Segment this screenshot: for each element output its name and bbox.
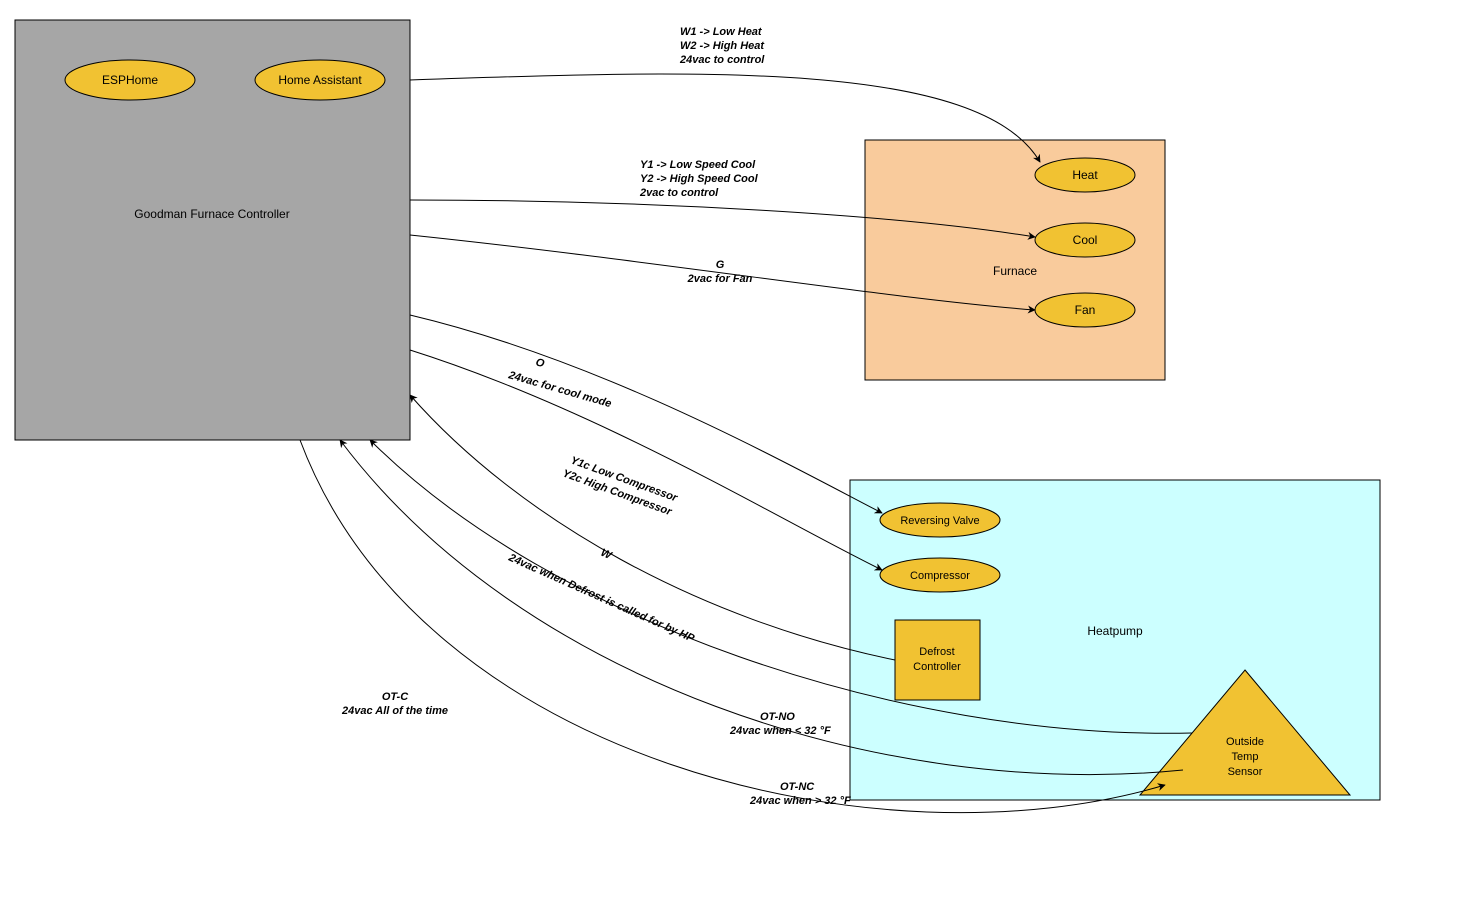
home-assistant-node: Home Assistant [255, 60, 385, 100]
esphome-node: ESPHome [65, 60, 195, 100]
esphome-label: ESPHome [102, 73, 158, 87]
edge-w-heat-l2: W2 -> High Heat [680, 40, 765, 52]
heatpump-box: Heatpump Reversing Valve Compressor Defr… [850, 480, 1380, 800]
reversing-valve-node: Reversing Valve [880, 503, 1000, 537]
defrost-l1: Defrost [919, 646, 954, 658]
edge-w-heat-l3: 24vac to control [679, 54, 765, 66]
edge-y-cool-l1: Y1 -> Low Speed Cool [640, 159, 756, 171]
edge-otc-l2: 24vac All of the time [341, 705, 448, 717]
furnace-cool-node: Cool [1035, 223, 1135, 257]
furnace-cool-label: Cool [1073, 233, 1098, 247]
edge-g-fan-l1: G [716, 259, 725, 271]
edge-otnc-l2: 24vac when > 32 °F [749, 795, 851, 807]
edge-y-cool-l3: 2vac to control [639, 187, 719, 199]
furnace-box: Furnace Heat Cool Fan [865, 140, 1165, 380]
home-assistant-label: Home Assistant [278, 73, 362, 87]
furnace-heat-label: Heat [1072, 168, 1098, 182]
reversing-valve-label: Reversing Valve [900, 515, 979, 527]
edge-otc-l1: OT-C [382, 691, 409, 703]
controller-title: Goodman Furnace Controller [134, 207, 289, 221]
ots-l2: Temp [1232, 751, 1259, 763]
compressor-node: Compressor [880, 558, 1000, 592]
defrost-l2: Controller [913, 661, 961, 673]
edge-otnc-l1: OT-NC [780, 781, 815, 793]
furnace-title: Furnace [993, 264, 1037, 278]
edge-otno-l2: 24vac when < 32 °F [729, 725, 831, 737]
heatpump-title: Heatpump [1087, 624, 1143, 638]
edge-o-rev-l1: O [534, 356, 546, 370]
diagram-canvas: Goodman Furnace Controller ESPHome Home … [0, 0, 1482, 922]
edge-y-cool-l2: Y2 -> High Speed Cool [640, 173, 759, 185]
furnace-fan-label: Fan [1075, 303, 1096, 317]
ots-l1: Outside [1226, 736, 1264, 748]
edge-yc-comp: Y1c Low Compressor Y2c High Compressor [410, 350, 882, 570]
compressor-label: Compressor [910, 570, 970, 582]
edge-otno-l1: OT-NO [760, 711, 795, 723]
edge-w-heat-l1: W1 -> Low Heat [680, 26, 763, 38]
edge-w-def-l2: 24vac when Defrost is called for by HP [506, 551, 697, 645]
ots-l3: Sensor [1228, 766, 1263, 778]
edge-w-defrost: W 24vac when Defrost is called for by HP [410, 395, 895, 660]
edge-g-fan-l2: 2vac for Fan [687, 273, 753, 285]
controller-box: Goodman Furnace Controller ESPHome Home … [15, 20, 410, 440]
furnace-heat-node: Heat [1035, 158, 1135, 192]
defrost-controller-node: Defrost Controller [895, 620, 980, 700]
furnace-fan-node: Fan [1035, 293, 1135, 327]
